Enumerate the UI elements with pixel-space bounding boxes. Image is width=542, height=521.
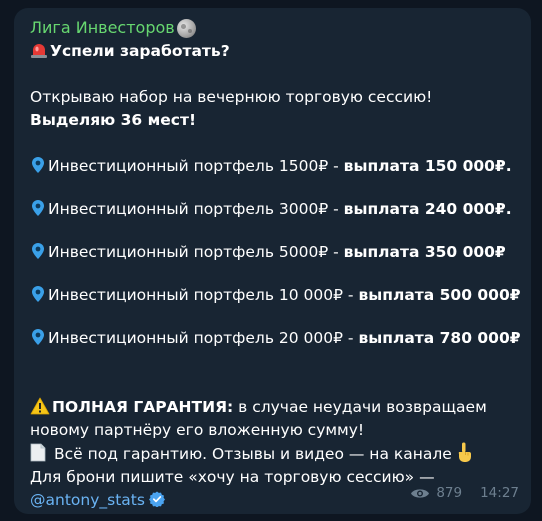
round-pushpin-icon <box>32 286 44 302</box>
intro-text: Открываю набор на вечернюю торговую сесс… <box>30 88 433 106</box>
intro-paragraph: Открываю набор на вечернюю торговую сесс… <box>30 86 520 132</box>
round-pushpin-icon <box>32 157 44 173</box>
warning-icon <box>30 397 50 415</box>
view-count: 879 <box>436 485 463 501</box>
portfolio-text: Инвестиционный портфель 5000₽ - <box>48 243 344 261</box>
author-name[interactable]: Лига Инвесторов <box>30 16 175 39</box>
round-pushpin-icon <box>32 200 44 216</box>
list-item: Инвестиционный портфель 10 000₽ - выплат… <box>30 284 521 307</box>
message-bubble: Лига Инвесторов Успели заработать? Откры… <box>14 8 531 514</box>
contact-link[interactable]: @antony_stats <box>30 491 145 509</box>
portfolio-payout: выплата 240 000₽. <box>343 200 512 218</box>
siren-icon <box>31 44 47 58</box>
eye-icon <box>411 489 430 498</box>
booking-text: Для брони пишите «хочу на торговую сесси… <box>30 468 435 486</box>
guarantee-paragraph: ПОЛНАЯ ГАРАНТИЯ: в случае неудачи возвра… <box>30 396 525 442</box>
channel-author[interactable]: Лига Инвесторов <box>30 16 196 39</box>
portfolio-payout: выплата 350 000₽ <box>343 243 506 261</box>
intro-bold: Выделяю 36 мест! <box>30 111 197 129</box>
portfolio-text: Инвестиционный портфель 20 000₽ - <box>48 329 359 347</box>
verified-badge-icon <box>148 491 165 507</box>
pointing-up-hand-icon <box>458 442 471 462</box>
guarantee-bold: ПОЛНАЯ ГАРАНТИЯ: <box>52 398 234 416</box>
portfolio-payout: выплата 500 000₽ <box>358 286 521 304</box>
portfolio-payout: выплата 150 000₽. <box>343 157 512 175</box>
list-item: Инвестиционный портфель 3000₽ - выплата … <box>30 198 517 221</box>
reviews-text: Всё под гарантию. Отзывы и видео — на ка… <box>54 445 452 463</box>
list-item: Инвестиционный портфель 20 000₽ - выплат… <box>30 327 521 350</box>
portfolio-text: Инвестиционный портфель 1500₽ - <box>48 157 344 175</box>
round-pushpin-icon <box>32 243 44 259</box>
headline: Успели заработать? <box>30 40 517 63</box>
reviews-line: Всё под гарантию. Отзывы и видео — на ка… <box>30 442 517 466</box>
round-pushpin-icon <box>32 329 44 345</box>
message-meta: 879 14:27 <box>410 482 519 505</box>
headline-text: Успели заработать? <box>50 42 230 60</box>
portfolio-payout: выплата 780 000₽ <box>358 329 521 347</box>
portfolio-text: Инвестиционный портфель 3000₽ - <box>48 200 344 218</box>
page-icon <box>30 443 46 462</box>
message-time: 14:27 <box>480 485 519 501</box>
list-item: Инвестиционный портфель 5000₽ - выплата … <box>30 241 517 264</box>
portfolio-text: Инвестиционный портфель 10 000₽ - <box>48 286 359 304</box>
list-item: Инвестиционный портфель 1500₽ - выплата … <box>30 155 517 178</box>
full-moon-icon <box>176 19 196 38</box>
